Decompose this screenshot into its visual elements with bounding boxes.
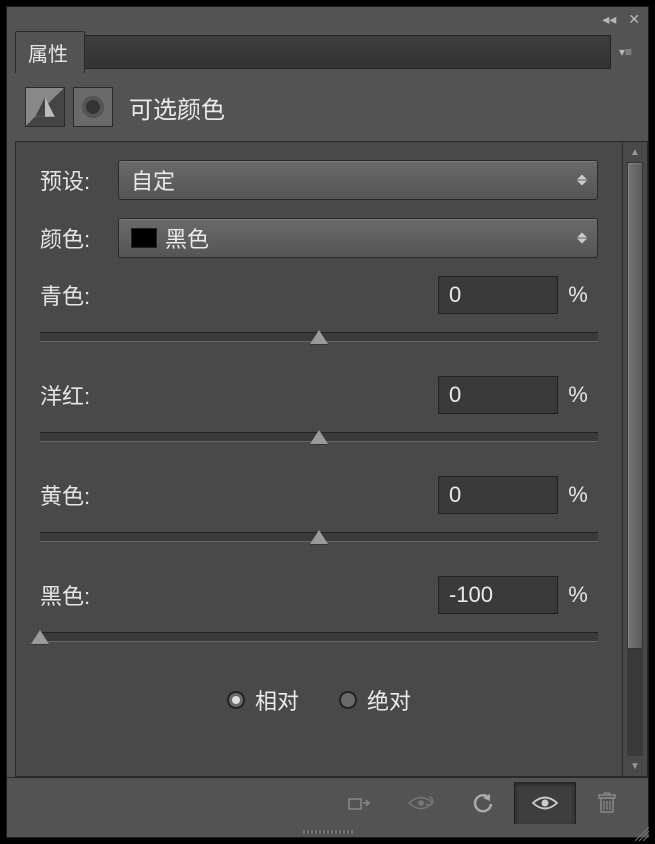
magenta-input[interactable]: 0	[438, 376, 558, 414]
radio-icon	[339, 691, 357, 709]
yellow-label: 黄色:	[40, 479, 438, 511]
black-slider[interactable]	[40, 632, 598, 642]
panel-grip[interactable]	[7, 827, 648, 837]
cyan-label: 青色:	[40, 279, 438, 311]
magenta-label: 洋红:	[40, 379, 438, 411]
scroll-down-icon[interactable]: ▼	[623, 756, 647, 776]
scrollbar[interactable]: ▲ ▼	[622, 141, 648, 777]
color-select[interactable]: 黑色	[118, 218, 598, 258]
relative-radio[interactable]: 相对	[227, 684, 299, 716]
panel-menu-icon[interactable]: ▾≡	[611, 45, 640, 59]
black-input[interactable]: -100	[438, 576, 558, 614]
close-icon[interactable]: ✕	[628, 11, 640, 28]
delete-button[interactable]	[576, 782, 638, 824]
scroll-track[interactable]	[627, 162, 643, 756]
method-group: 相对 绝对	[40, 684, 598, 716]
slider-thumb[interactable]	[310, 330, 328, 344]
panel-titlebar: ◂◂ ✕	[7, 7, 648, 31]
color-value: 黑色	[165, 222, 209, 254]
absolute-radio[interactable]: 绝对	[339, 684, 411, 716]
toggle-visibility-button[interactable]	[514, 782, 576, 824]
percent-label: %	[558, 482, 598, 508]
slider-thumb[interactable]	[31, 630, 49, 644]
reset-button[interactable]	[452, 782, 514, 824]
slider-thumb[interactable]	[310, 530, 328, 544]
preset-label: 预设:	[40, 164, 118, 196]
percent-label: %	[558, 382, 598, 408]
color-label: 颜色:	[40, 222, 118, 254]
mask-icon[interactable]	[73, 87, 113, 127]
cyan-input[interactable]: 0	[438, 276, 558, 314]
panel-footer	[7, 777, 648, 827]
panel-header: 可选颜色	[7, 73, 648, 141]
preset-value: 自定	[131, 164, 175, 196]
view-previous-button[interactable]	[390, 782, 452, 824]
chevron-updown-icon	[577, 175, 587, 186]
panel-title: 可选颜色	[129, 90, 225, 125]
selective-color-icon[interactable]	[25, 87, 65, 127]
absolute-label: 绝对	[367, 684, 411, 716]
preset-select[interactable]: 自定	[118, 160, 598, 200]
tab-strip	[85, 35, 611, 69]
black-label: 黑色:	[40, 579, 438, 611]
collapse-icon[interactable]: ◂◂	[602, 11, 616, 28]
yellow-input[interactable]: 0	[438, 476, 558, 514]
scroll-thumb[interactable]	[627, 162, 643, 649]
chevron-updown-icon	[577, 233, 587, 244]
tab-row: 属性 ▾≡	[7, 31, 648, 73]
clip-to-layer-button[interactable]	[328, 782, 390, 824]
yellow-slider[interactable]	[40, 532, 598, 542]
radio-icon	[227, 691, 245, 709]
slider-thumb[interactable]	[310, 430, 328, 444]
properties-body: 预设: 自定 颜色: 黑色	[15, 141, 622, 777]
percent-label: %	[558, 582, 598, 608]
percent-label: %	[558, 282, 598, 308]
cyan-slider[interactable]	[40, 332, 598, 342]
resize-grip-icon[interactable]	[635, 827, 649, 841]
magenta-slider[interactable]	[40, 432, 598, 442]
relative-label: 相对	[255, 684, 299, 716]
tab-properties[interactable]: 属性	[15, 31, 85, 73]
scroll-up-icon[interactable]: ▲	[623, 142, 647, 162]
color-swatch	[131, 228, 157, 248]
